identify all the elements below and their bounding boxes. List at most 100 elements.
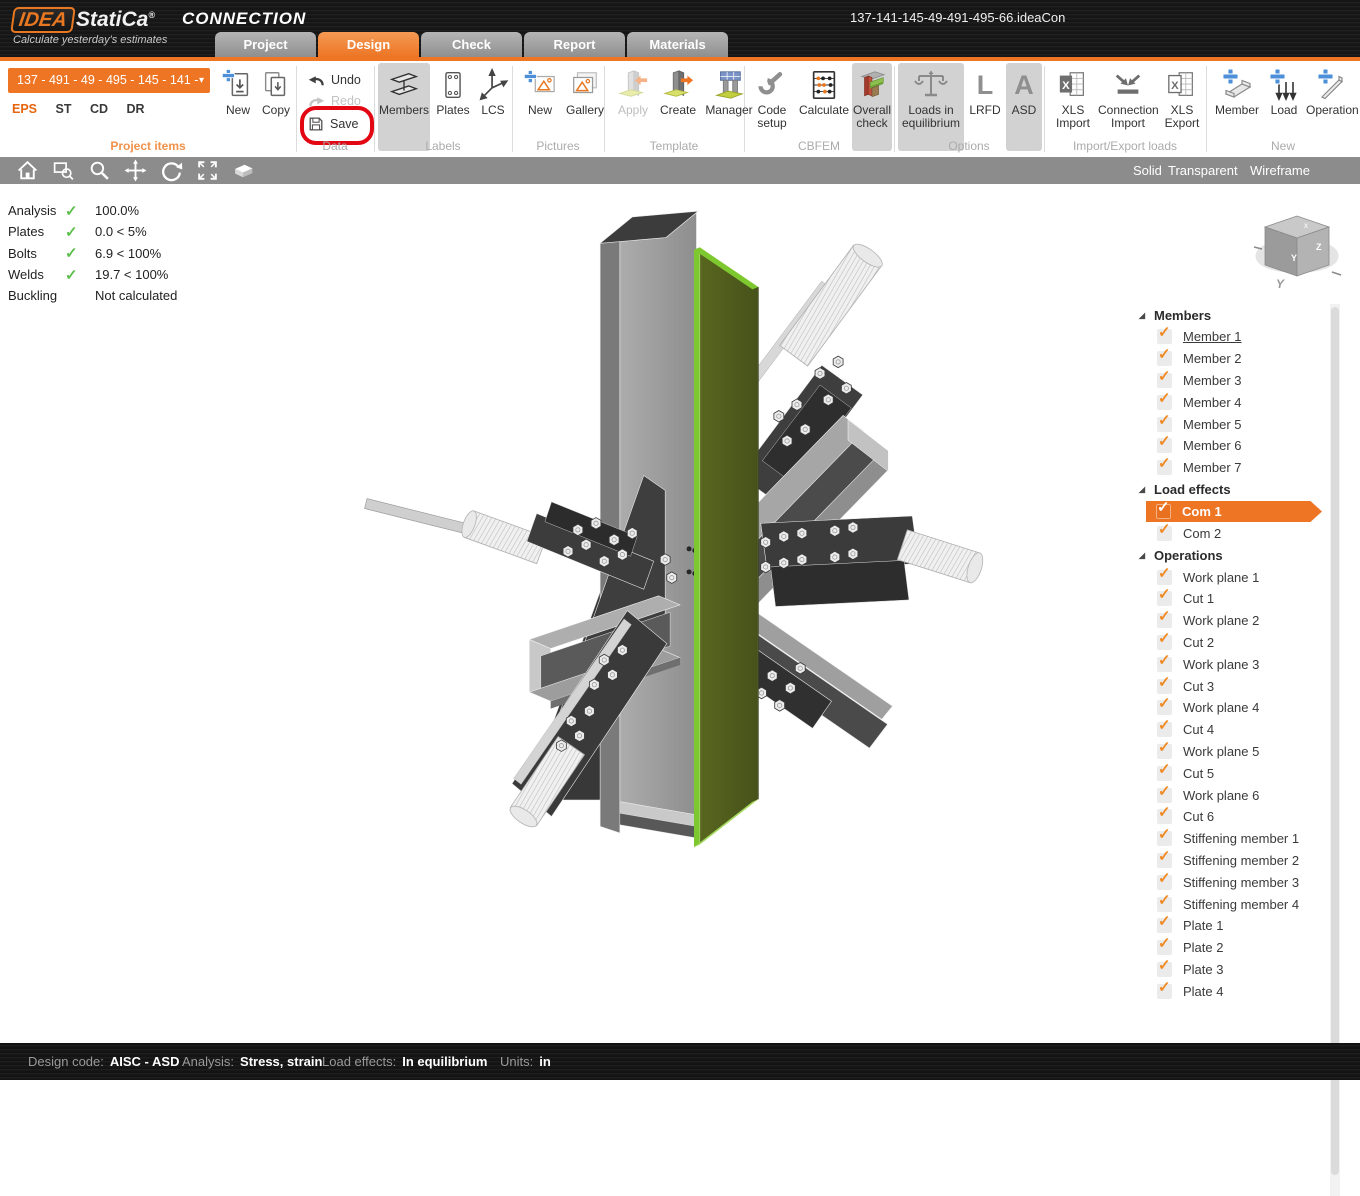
viewport-3d[interactable]: Analysis✓100.0%Plates✓0.0 < 5%Bolts✓6.9 … xyxy=(0,184,1360,1043)
code-eps[interactable]: EPS xyxy=(12,102,37,116)
members-labels-toggle[interactable]: Members xyxy=(378,63,430,151)
checkbox-checked[interactable]: ✓ xyxy=(1157,591,1172,606)
lcs-labels-toggle[interactable]: LCS xyxy=(476,63,510,151)
tab-report[interactable]: Report xyxy=(524,32,625,57)
new-project-item-button[interactable]: New xyxy=(220,63,256,151)
apply-template-button[interactable]: Apply xyxy=(612,63,654,151)
checkbox-checked[interactable]: ✓ xyxy=(1157,438,1172,453)
tree-section-label: Operations xyxy=(1154,548,1223,563)
checkbox-checked[interactable]: ✓ xyxy=(1157,984,1172,999)
checkbox-checked[interactable]: ✓ xyxy=(1157,679,1172,694)
new-operation-button[interactable]: Operation xyxy=(1306,63,1358,151)
connection-import-icon xyxy=(1098,63,1158,104)
checkbox-checked[interactable]: ✓ xyxy=(1157,831,1172,846)
plates-labels-toggle[interactable]: Plates xyxy=(432,63,474,151)
code-st[interactable]: ST xyxy=(56,102,72,116)
create-template-button[interactable]: Manager Create xyxy=(656,63,700,151)
checkbox-checked[interactable]: ✓ xyxy=(1157,613,1172,628)
undo-button[interactable]: Undo xyxy=(308,70,368,90)
checkbox-checked[interactable]: ✓ xyxy=(1156,504,1171,519)
solid-brick-icon[interactable] xyxy=(232,159,255,182)
fit-view-icon[interactable] xyxy=(196,159,219,182)
tree-expander-icon[interactable]: ◢ xyxy=(1130,311,1154,320)
check-value: Not calculated xyxy=(95,288,177,303)
check-name: Plates xyxy=(8,224,65,239)
checkbox-checked[interactable]: ✓ xyxy=(1157,722,1172,737)
checkbox-checked[interactable]: ✓ xyxy=(1157,329,1172,344)
rotate-icon[interactable] xyxy=(160,159,183,182)
code-setup-button[interactable]: Code setup xyxy=(748,63,796,151)
checkbox-checked[interactable]: ✓ xyxy=(1157,940,1172,955)
home-icon[interactable] xyxy=(16,159,39,182)
tree-section-load-effects[interactable]: ◢Load effects xyxy=(1130,479,1356,501)
checkbox-checked[interactable]: ✓ xyxy=(1157,526,1172,541)
code-cd[interactable]: CD xyxy=(90,102,108,116)
tree-item-com-1[interactable]: ✓Com 1 xyxy=(1146,501,1322,523)
checkbox-checked[interactable]: ✓ xyxy=(1157,635,1172,650)
redo-button[interactable]: Redo xyxy=(308,91,368,111)
status-design-code: Design code:AISC - ASD xyxy=(28,1043,179,1080)
checkbox-checked[interactable]: ✓ xyxy=(1157,351,1172,366)
checkbox-checked[interactable]: ✓ xyxy=(1157,395,1172,410)
checkbox-checked[interactable]: ✓ xyxy=(1157,875,1172,890)
new-picture-button[interactable]: New xyxy=(520,63,560,151)
xls-import-button[interactable]: X XLS Import xyxy=(1050,63,1096,151)
connection-import-button[interactable]: Connection Import xyxy=(1098,63,1158,151)
tree-item-label: Stiffening member 1 xyxy=(1183,831,1299,846)
selected-plate-3d[interactable] xyxy=(694,247,758,847)
gallery-button[interactable]: Gallery xyxy=(562,63,608,151)
checkbox-checked[interactable]: ✓ xyxy=(1157,700,1172,715)
horizontal-brace-right-3d[interactable] xyxy=(761,516,986,607)
navigation-cube[interactable]: Y Z x Y xyxy=(1248,198,1346,294)
tree-expander-icon[interactable]: ◢ xyxy=(1130,551,1154,560)
tree-item-com-2[interactable]: ✓Com 2 xyxy=(1130,522,1356,544)
tree-item-plate-4[interactable]: ✓Plate 4 xyxy=(1130,980,1356,1002)
view-mode-wireframe[interactable]: Wireframe xyxy=(1250,157,1310,184)
overall-check-toggle[interactable]: Overall check xyxy=(852,63,892,151)
view-mode-solid[interactable]: Solid xyxy=(1133,157,1162,184)
save-button[interactable]: Save xyxy=(308,114,368,134)
tree-item-label: Member 2 xyxy=(1183,351,1242,366)
view-mode-transparent[interactable]: Transparent xyxy=(1168,157,1238,184)
checkmark-icon: ✓ xyxy=(1158,432,1171,450)
asd-toggle[interactable]: A ASD xyxy=(1006,63,1042,151)
zoom-window-icon[interactable] xyxy=(52,159,75,182)
calculate-button[interactable]: Calculate xyxy=(798,63,850,151)
checkbox-checked[interactable]: ✓ xyxy=(1157,373,1172,388)
tree-item-member-7[interactable]: ✓Member 7 xyxy=(1130,457,1356,479)
checkbox-checked[interactable]: ✓ xyxy=(1157,962,1172,977)
checkbox-checked[interactable]: ✓ xyxy=(1157,417,1172,432)
new-load-button[interactable]: Load xyxy=(1264,63,1304,151)
tree-item-label: Plate 3 xyxy=(1183,962,1223,977)
project-item-dropdown[interactable]: 137 - 491 - 49 - 495 - 145 - 141 - 66 ▾ xyxy=(8,68,210,93)
tree-expander-icon[interactable]: ◢ xyxy=(1130,485,1154,494)
tab-design[interactable]: Design xyxy=(318,32,419,57)
checkbox-checked[interactable]: ✓ xyxy=(1157,897,1172,912)
code-dr[interactable]: DR xyxy=(127,102,145,116)
checkbox-checked[interactable]: ✓ xyxy=(1157,853,1172,868)
project-item-codes[interactable]: EPS ST CD DR xyxy=(12,102,160,116)
copy-project-item-button[interactable]: Copy xyxy=(257,63,295,151)
checkbox-checked[interactable]: ✓ xyxy=(1157,809,1172,824)
zoom-icon[interactable] xyxy=(88,159,111,182)
tab-project[interactable]: Project xyxy=(215,32,316,57)
checkbox-checked[interactable]: ✓ xyxy=(1157,744,1172,759)
checkbox-checked[interactable]: ✓ xyxy=(1157,570,1172,585)
new-member-button[interactable]: Member xyxy=(1212,63,1262,151)
checkbox-checked[interactable]: ✓ xyxy=(1157,657,1172,672)
pan-icon[interactable] xyxy=(124,159,147,182)
checkmark-icon: ✓ xyxy=(1158,564,1171,582)
lrfd-toggle[interactable]: L LRFD xyxy=(966,63,1004,151)
xls-export-button[interactable]: X XLS Export xyxy=(1160,63,1204,151)
svg-text:X: X xyxy=(1062,80,1070,92)
tree-item-label: Work plane 2 xyxy=(1183,613,1259,628)
loads-in-equilibrium-toggle[interactable]: Loads in equilibrium xyxy=(898,63,964,151)
checkbox-checked[interactable]: ✓ xyxy=(1157,460,1172,475)
tab-check[interactable]: Check xyxy=(421,32,522,57)
check-pass-icon: ✓ xyxy=(65,202,95,220)
check-name: Buckling xyxy=(8,288,65,303)
tab-materials[interactable]: Materials xyxy=(627,32,728,57)
checkbox-checked[interactable]: ✓ xyxy=(1157,766,1172,781)
checkbox-checked[interactable]: ✓ xyxy=(1157,788,1172,803)
checkbox-checked[interactable]: ✓ xyxy=(1157,918,1172,933)
